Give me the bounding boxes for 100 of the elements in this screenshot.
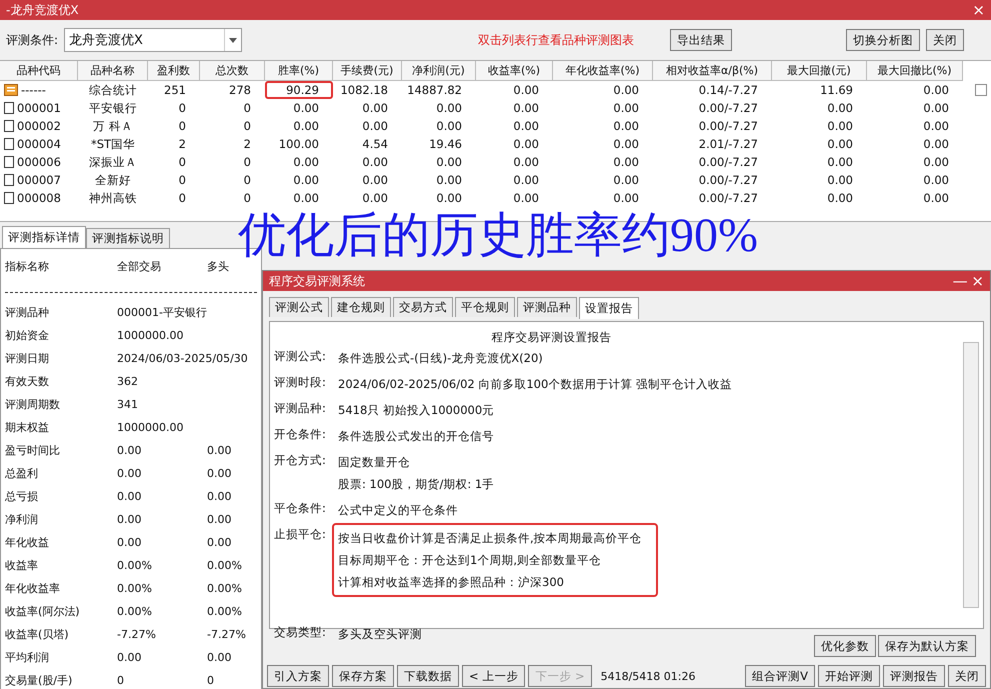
tab[interactable]: 建仓规则 <box>331 297 391 317</box>
tab[interactable]: 设置报告 <box>579 297 639 319</box>
dialog-button[interactable]: 保存为默认方案 <box>878 635 976 657</box>
metric-value: 0.00 <box>117 490 142 503</box>
table-cell-text: 0.00 <box>612 172 640 189</box>
table-cell-text: 2 <box>242 136 252 153</box>
table-row[interactable]: 000006 深振业Ａ 0 0 0.00 0.00 0.00 0.00 0.00 0.00/-7.27 0.00 0.00 <box>0 153 991 171</box>
metric-name: 评测周期数 <box>5 397 61 412</box>
dialog-button[interactable]: 优化参数 <box>814 635 876 657</box>
condition-dropdown[interactable]: 龙舟竞渡优X <box>64 28 242 52</box>
metric-value: 0.00 <box>207 651 232 664</box>
report-label: 评测品种: <box>274 400 327 417</box>
table-cell-text: 0.00 <box>826 136 854 153</box>
column-header[interactable]: 相对收益率α/β(%) <box>653 61 772 81</box>
metric-value: 341 <box>117 398 139 411</box>
table-cell-text: 278 <box>228 82 252 99</box>
table-cell-text: 0.00 <box>826 100 854 117</box>
column-header[interactable]: 胜率(%) <box>265 61 333 81</box>
caption-text: 优化后的历史胜率约90% <box>238 210 758 263</box>
metric-name: 净利润 <box>5 512 39 527</box>
metric-name: 总盈利 <box>5 466 39 481</box>
table-cell-text: *ST国华 <box>90 136 136 152</box>
table-cell-text: 0.00 <box>826 172 854 189</box>
table-row[interactable]: ------ 综合统计 251 278 90.29 1082.18 14887.82 0.00 0.00 0.14/-7.27 11.69 0.00 <box>0 81 991 99</box>
table-cell-text: 0.00 <box>612 82 640 99</box>
action-button[interactable]: 关闭 <box>948 665 986 687</box>
column-header[interactable]: 手续费(元) <box>333 61 402 81</box>
metric-name: 评测日期 <box>5 351 50 366</box>
toolbar-button[interactable]: 导出结果 <box>670 29 732 51</box>
table-cell-text: 0.00 <box>612 118 640 135</box>
column-header[interactable]: 最大回撤(元) <box>772 61 867 81</box>
column-header[interactable]: 盈利数 <box>148 61 200 81</box>
metric-name: 有效天数 <box>5 374 50 389</box>
table-row[interactable]: 000007 全新好 0 0 0.00 0.00 0.00 0.00 0.00 0.00/-7.27 0.00 0.00 <box>0 171 991 189</box>
tab[interactable]: 平仓规则 <box>455 297 515 317</box>
column-header: 全部交易 <box>117 259 162 274</box>
table-cell-text: 0.00 <box>512 82 540 99</box>
report-label: 平仓条件: <box>274 500 327 517</box>
column-header[interactable]: 品种代码 <box>0 61 78 81</box>
table-cell-text: 0.00 <box>361 118 389 135</box>
toolbar-button[interactable]: 切换分析图 <box>846 29 920 51</box>
column-header[interactable]: 年化收益率(%) <box>553 61 653 81</box>
metric-value: 0 <box>207 674 215 687</box>
report-label: 止损平仓: <box>274 526 327 543</box>
table-cell-text: 0.00 <box>361 190 389 207</box>
table-cell-text: 000004 <box>16 136 62 153</box>
metric-value: 0.00 <box>207 490 232 503</box>
table-cell-text: 0.00 <box>922 82 950 99</box>
table-row[interactable]: 000002 万 科Ａ 0 0 0.00 0.00 0.00 0.00 0.00 0.00/-7.27 0.00 0.00 <box>0 117 991 135</box>
report-label: 交易类型: <box>274 624 327 641</box>
table-cell-text: 0 <box>178 190 187 207</box>
step-button[interactable]: 下载数据 <box>397 665 459 687</box>
table-cell-text: 0.00 <box>826 118 854 135</box>
report-text: 按当日收盘价计算是否满足止损条件,按本周期最高价平仓 <box>338 530 642 547</box>
column-header[interactable]: 最大回撤比(%) <box>867 61 963 81</box>
table-cell: 90.29 <box>265 81 333 99</box>
metric-value: 0.00 <box>117 444 142 457</box>
report-text: 股票: 100股，期货/期权: 1手 <box>338 476 494 493</box>
table-cell-text: 0.00 <box>435 100 463 117</box>
action-button[interactable]: 评测报告 <box>883 665 945 687</box>
column-header[interactable]: 总次数 <box>200 61 265 81</box>
close-button[interactable]: × <box>972 1 985 19</box>
step-button[interactable]: 保存方案 <box>332 665 394 687</box>
tab[interactable]: 评测指标说明 <box>86 228 170 248</box>
tab[interactable]: 评测指标详情 <box>2 226 86 248</box>
tab[interactable]: 评测品种 <box>517 297 577 317</box>
metric-name: 评测品种 <box>5 305 50 320</box>
table-cell-text: 0 <box>178 118 187 135</box>
metric-value: 0.00 <box>117 467 142 480</box>
table-cell-text: 000008 <box>16 190 62 207</box>
action-button[interactable]: 组合评测V <box>745 665 815 687</box>
table-cell-text: 0.00 <box>435 190 463 207</box>
table-row[interactable]: 000004 *ST国华 2 2 100.00 4.54 19.46 0.00 0.00 2.01/-7.27 0.00 0.00 <box>0 135 991 153</box>
report-text: 条件选股公式-(日线)-龙舟竞渡优X(20) <box>338 350 543 367</box>
table-row[interactable]: 000008 神州高铁 0 0 0.00 0.00 0.00 0.00 0.00 0.00/-7.27 0.00 0.00 <box>0 189 991 207</box>
checkbox[interactable] <box>975 84 987 96</box>
minimize-button[interactable]: — <box>952 272 968 290</box>
table-cell-text: 0.00 <box>512 118 540 135</box>
toolbar-button[interactable]: 关闭 <box>926 29 964 51</box>
tab[interactable]: 交易方式 <box>393 297 453 317</box>
table-cell-text: 0 <box>178 154 187 171</box>
metric-value: 0.00% <box>117 605 153 618</box>
metric-value: 0.00 <box>117 513 142 526</box>
metric-value: 0.00% <box>117 582 153 595</box>
tab[interactable]: 评测公式 <box>269 297 329 317</box>
column-header[interactable]: 品种名称 <box>78 61 148 81</box>
column-header[interactable]: 净利润(元) <box>402 61 476 81</box>
table-cell-text: 平安银行 <box>88 100 138 116</box>
step-button[interactable]: 引入方案 <box>267 665 329 687</box>
table-cell-text: 19.46 <box>428 136 463 153</box>
column-header[interactable]: 收益率(%) <box>476 61 553 81</box>
step-button[interactable]: < 上一步 <box>462 665 526 687</box>
window-title: -龙舟竞渡优X <box>6 2 79 18</box>
action-button[interactable]: 开始评测 <box>818 665 880 687</box>
scrollbar[interactable] <box>963 342 979 608</box>
table-row[interactable]: 000001 平安银行 0 0 0.00 0.00 0.00 0.00 0.00 0.00/-7.27 0.00 0.00 <box>0 99 991 117</box>
report-text: 多头及空头评测 <box>338 626 422 643</box>
table-cell-text: 0 <box>242 172 252 189</box>
table-cell-text: 2 <box>178 136 187 153</box>
close-button[interactable]: × <box>971 272 984 290</box>
